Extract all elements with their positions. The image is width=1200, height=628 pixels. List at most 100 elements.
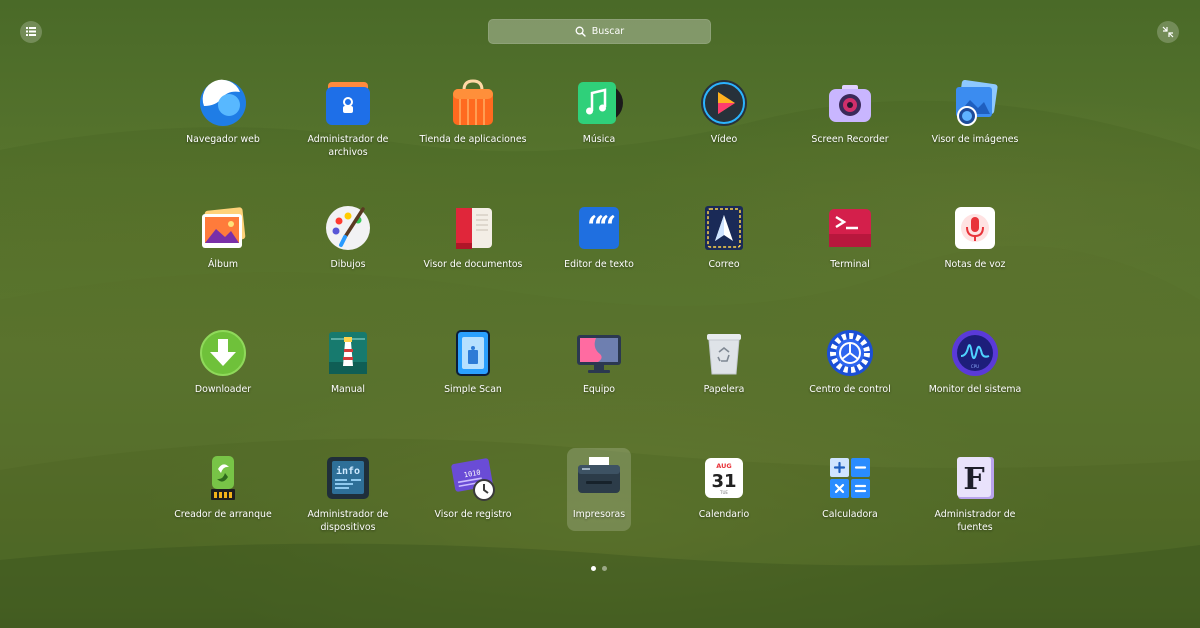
quote-icon: “ “: [579, 207, 619, 249]
monitor-icon: [577, 335, 621, 373]
grid-view-button[interactable]: [20, 21, 42, 43]
app-musica[interactable]: Música: [567, 73, 631, 156]
app-label: Administrador de fuentes: [934, 509, 1016, 533]
app-label: Monitor del sistema: [928, 384, 1022, 395]
search-input[interactable]: Buscar: [488, 19, 711, 44]
app-downloader[interactable]: Downloader: [191, 323, 255, 406]
app-label: Música: [582, 134, 616, 145]
video-play-icon: [701, 80, 747, 126]
svg-text:CPU: CPU: [971, 364, 979, 369]
page-dot-1[interactable]: [591, 566, 596, 571]
grid-view-icon: [26, 27, 36, 36]
app-label: Dibujos: [330, 259, 366, 270]
app-label: Administrador de dispositivos: [307, 509, 389, 533]
app-label: Visor de imágenes: [931, 134, 1019, 145]
app-terminal[interactable]: Terminal: [818, 198, 882, 281]
app-impresoras[interactable]: Impresoras: [567, 448, 631, 531]
app-label: Notas de voz: [944, 259, 1006, 270]
search-icon: [575, 26, 586, 37]
app-label: Terminal: [830, 259, 870, 270]
app-visor-de-documentos[interactable]: Visor de documentos: [424, 198, 522, 281]
app-label: Downloader: [194, 384, 252, 395]
app-equipo[interactable]: Equipo: [567, 323, 631, 406]
app-monitor-del-sistema[interactable]: CPU Monitor del sistema: [929, 323, 1021, 406]
svg-text:31: 31: [711, 471, 736, 492]
app-album[interactable]: Álbum: [191, 198, 255, 281]
app-creador-de-arranque[interactable]: Creador de arranque: [174, 448, 272, 531]
download-icon: [200, 330, 246, 376]
app-label: Vídeo: [710, 134, 738, 145]
app-tienda-de-aplicaciones[interactable]: Tienda de aplicaciones: [419, 73, 527, 156]
app-visor-de-imagenes[interactable]: Visor de imágenes: [932, 73, 1018, 156]
music-icon: [578, 82, 623, 124]
app-calculadora[interactable]: Calculadora: [818, 448, 882, 531]
app-visor-de-registro[interactable]: 1010 Visor de registro: [435, 448, 511, 531]
svg-text:info: info: [336, 465, 360, 477]
app-video[interactable]: Vídeo: [692, 73, 756, 156]
app-label: Navegador web: [186, 134, 260, 145]
svg-text:F: F: [963, 462, 984, 497]
app-dibujos[interactable]: Dibujos: [316, 198, 380, 281]
app-label: Calculadora: [822, 509, 878, 520]
lighthouse-icon: [329, 332, 367, 374]
app-editor-de-texto[interactable]: “ “ Editor de texto: [564, 198, 634, 281]
browser-icon: [200, 79, 246, 126]
app-label: Centro de control: [809, 384, 891, 395]
page-indicator: [591, 566, 607, 571]
app-label: Álbum: [207, 259, 239, 270]
app-label: Editor de texto: [564, 259, 634, 270]
trash-icon: [707, 334, 741, 375]
page-dot-2[interactable]: [602, 566, 607, 571]
exit-fullscreen-button[interactable]: [1157, 21, 1179, 43]
camera-icon: [829, 85, 871, 122]
app-label: Equipo: [582, 384, 616, 395]
app-papelera[interactable]: Papelera: [692, 323, 756, 406]
app-label: Impresoras: [572, 509, 626, 520]
book-icon: [456, 208, 492, 249]
gear-icon: [827, 330, 873, 376]
image-viewer-icon: [956, 80, 998, 126]
app-label: Creador de arranque: [174, 509, 272, 520]
app-label: Screen Recorder: [811, 134, 889, 145]
svg-text:“: “: [599, 210, 616, 245]
log-clock-icon: 1010: [451, 458, 495, 501]
svg-text:TUE: TUE: [719, 490, 728, 495]
system-monitor-icon: CPU: [952, 330, 998, 376]
app-administrador-de-dispositivos[interactable]: info Administrador de dispositivos: [308, 448, 388, 533]
exit-fullscreen-icon: [1162, 26, 1174, 38]
app-label: Administrador de archivos: [307, 134, 389, 158]
app-screen-recorder[interactable]: Screen Recorder: [811, 73, 889, 156]
app-label: Correo: [708, 259, 740, 270]
scanner-icon: [456, 330, 490, 376]
file-manager-icon: [326, 82, 370, 125]
app-manual[interactable]: Manual: [316, 323, 380, 406]
app-administrador-de-archivos[interactable]: Administrador de archivos: [308, 73, 388, 158]
paint-palette-icon: [326, 206, 370, 250]
photo-album-icon: [202, 207, 246, 248]
printer-icon: [578, 457, 620, 493]
device-info-icon: info: [327, 457, 369, 499]
app-label: Visor de documentos: [423, 259, 523, 270]
usb-drive-icon: [211, 456, 235, 500]
search-placeholder: Buscar: [591, 26, 625, 37]
app-label: Simple Scan: [444, 384, 502, 395]
app-calendario[interactable]: AUG 31 TUE Calendario: [692, 448, 756, 531]
microphone-icon: [955, 207, 995, 249]
svg-text:AUG: AUG: [716, 462, 731, 470]
calculator-icon: [830, 458, 870, 498]
app-label: Calendario: [698, 509, 750, 520]
calendar-icon: AUG 31 TUE: [705, 458, 743, 498]
terminal-icon: [829, 209, 871, 247]
app-notas-de-voz[interactable]: Notas de voz: [943, 198, 1007, 281]
app-administrador-de-fuentes[interactable]: F Administrador de fuentes: [935, 448, 1015, 533]
app-label: Manual: [330, 384, 366, 395]
mail-send-icon: [705, 206, 743, 250]
app-simple-scan[interactable]: Simple Scan: [441, 323, 505, 406]
font-icon: F: [957, 457, 994, 499]
app-centro-de-control[interactable]: Centro de control: [809, 323, 891, 406]
app-navegador-web[interactable]: Navegador web: [186, 73, 260, 156]
app-store-icon: [453, 79, 493, 125]
app-correo[interactable]: Correo: [692, 198, 756, 281]
app-label: Visor de registro: [434, 509, 512, 520]
app-label: Papelera: [703, 384, 745, 395]
